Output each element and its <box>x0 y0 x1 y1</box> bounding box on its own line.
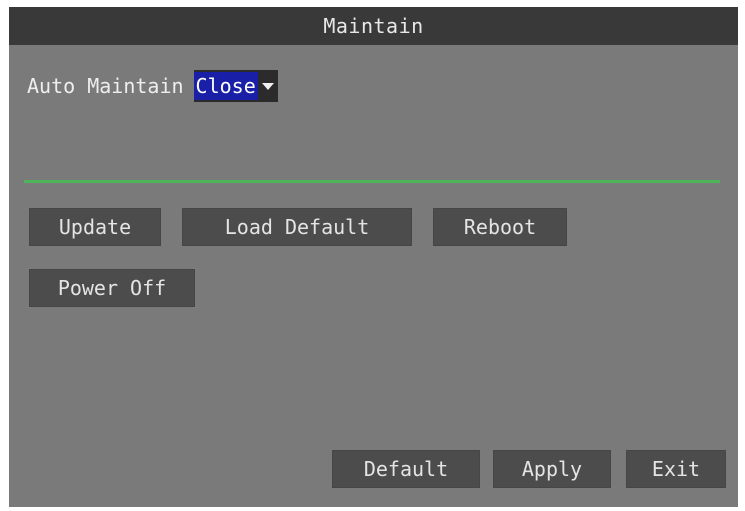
power-off-button[interactable]: Power Off <box>29 269 195 307</box>
auto-maintain-select[interactable]: Close <box>193 70 278 102</box>
auto-maintain-selected-value[interactable]: Close <box>193 72 258 100</box>
update-button[interactable]: Update <box>29 208 161 246</box>
dialog-title-bar: Maintain <box>9 7 738 45</box>
load-default-button[interactable]: Load Default <box>182 208 412 246</box>
caret-down-icon[interactable] <box>261 82 274 90</box>
exit-button[interactable]: Exit <box>626 450 726 488</box>
default-button[interactable]: Default <box>332 450 480 488</box>
reboot-button[interactable]: Reboot <box>433 208 567 246</box>
maintain-dialog: Maintain Auto Maintain Close Update Load… <box>9 7 738 507</box>
auto-maintain-label: Auto Maintain <box>27 74 184 98</box>
auto-maintain-row: Auto Maintain Close <box>27 69 278 103</box>
section-divider <box>24 180 720 183</box>
apply-button[interactable]: Apply <box>493 450 611 488</box>
dialog-title: Maintain <box>323 14 424 38</box>
